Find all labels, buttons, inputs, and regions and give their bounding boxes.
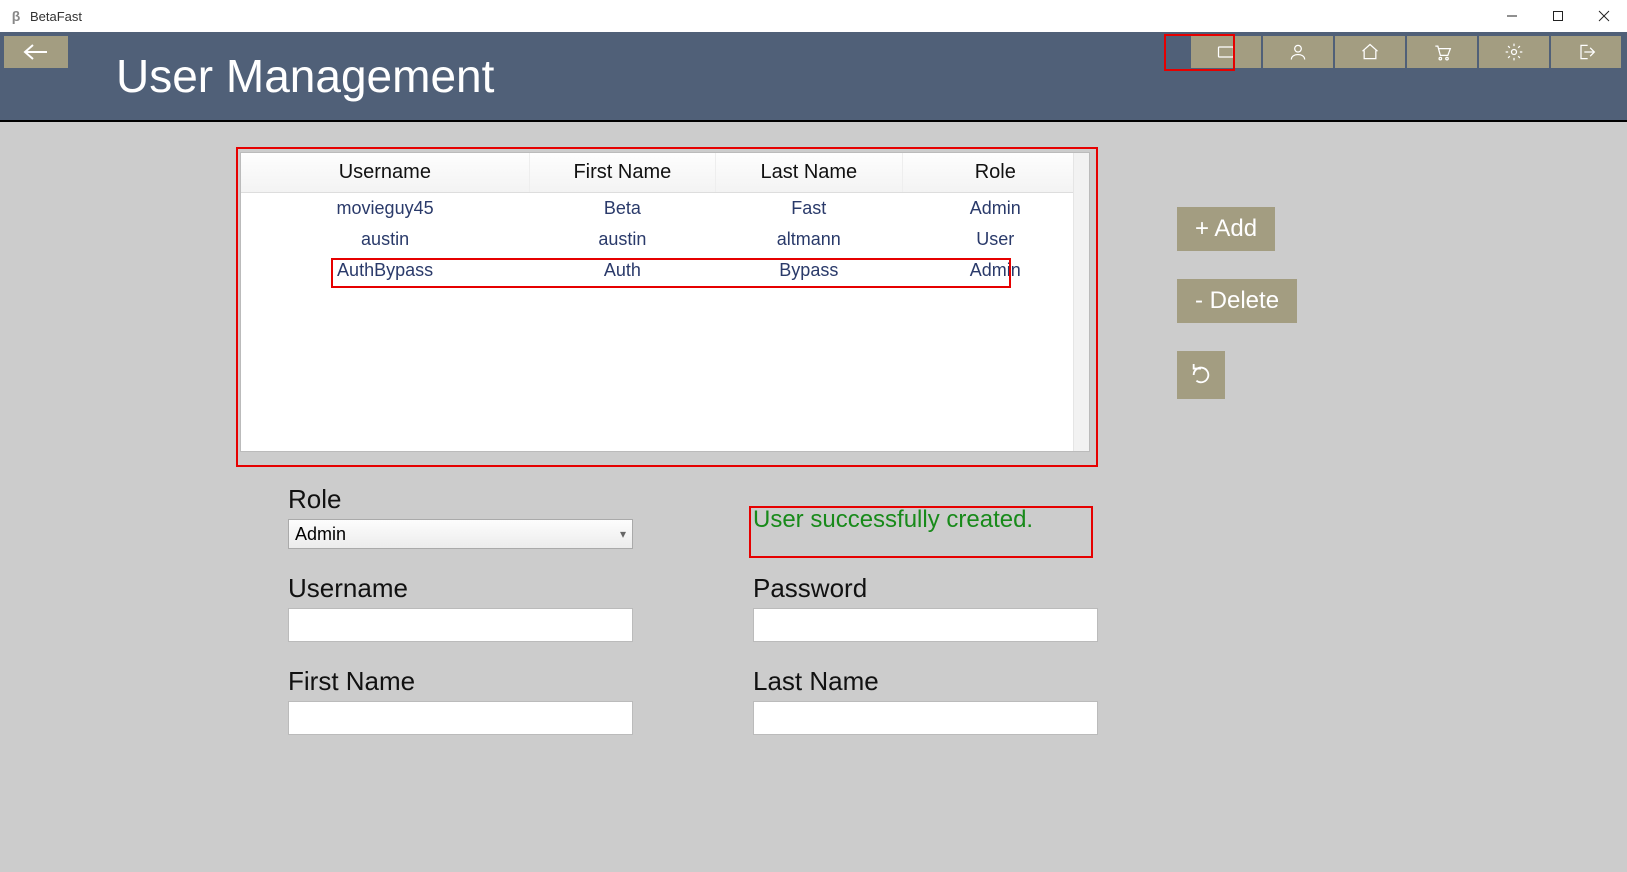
side-buttons: + Add - Delete [1177, 207, 1297, 399]
firstname-input[interactable] [288, 701, 633, 735]
cell-last: Bypass [716, 255, 902, 286]
add-button[interactable]: + Add [1177, 207, 1275, 251]
cell-role: Admin [902, 255, 1088, 286]
cell-last: Fast [716, 193, 902, 225]
cell-first: austin [529, 224, 715, 255]
maximize-button[interactable] [1535, 0, 1581, 32]
password-input[interactable] [753, 608, 1098, 642]
nav-cart-button[interactable] [1407, 36, 1477, 68]
username-input[interactable] [288, 608, 633, 642]
minimize-button[interactable] [1489, 0, 1535, 32]
role-label: Role [288, 484, 633, 515]
users-table[interactable]: Username First Name Last Name Role movie… [240, 152, 1090, 452]
col-firstname[interactable]: First Name [529, 153, 715, 193]
cell-username: austin [241, 224, 529, 255]
table-row[interactable]: AuthBypassAuthBypassAdmin [241, 255, 1089, 286]
col-lastname[interactable]: Last Name [716, 153, 902, 193]
nav-logout-button[interactable] [1551, 36, 1621, 68]
nav-user-button[interactable] [1263, 36, 1333, 68]
lastname-input[interactable] [753, 701, 1098, 735]
firstname-label: First Name [288, 666, 633, 697]
chevron-down-icon: ▾ [620, 527, 626, 541]
cell-username: AuthBypass [241, 255, 529, 286]
nav-settings-button[interactable] [1479, 36, 1549, 68]
window-title: BetaFast [30, 9, 82, 24]
nav-home-button[interactable] [1335, 36, 1405, 68]
table-row[interactable]: movieguy45BetaFastAdmin [241, 193, 1089, 225]
table-row[interactable]: austinaustinaltmannUser [241, 224, 1089, 255]
col-username[interactable]: Username [241, 153, 529, 193]
role-select[interactable]: Admin ▾ [288, 519, 633, 549]
cell-role: Admin [902, 193, 1088, 225]
cell-last: altmann [716, 224, 902, 255]
back-button[interactable] [4, 36, 68, 68]
password-label: Password [753, 573, 1098, 604]
username-label: Username [288, 573, 633, 604]
cell-first: Beta [529, 193, 715, 225]
nav-browse-button[interactable] [1191, 36, 1261, 68]
titlebar: β BetaFast [0, 0, 1627, 32]
cell-username: movieguy45 [241, 193, 529, 225]
app-header: User Management [0, 32, 1627, 122]
delete-button[interactable]: - Delete [1177, 279, 1297, 323]
content-area: Username First Name Last Name Role movie… [0, 122, 1627, 872]
refresh-button[interactable] [1177, 351, 1225, 399]
page-title: User Management [116, 49, 494, 103]
app-icon: β [8, 8, 24, 24]
status-message: User successfully created. [753, 484, 1098, 534]
close-button[interactable] [1581, 0, 1627, 32]
table-header-row: Username First Name Last Name Role [241, 153, 1089, 193]
role-value: Admin [295, 524, 346, 545]
col-role[interactable]: Role [902, 153, 1088, 193]
table-scrollbar[interactable] [1073, 153, 1089, 451]
cell-first: Auth [529, 255, 715, 286]
nav-right [1189, 36, 1621, 68]
user-form: Role Admin ▾ User successfully created. … [288, 484, 1118, 759]
cell-role: User [902, 224, 1088, 255]
lastname-label: Last Name [753, 666, 1098, 697]
